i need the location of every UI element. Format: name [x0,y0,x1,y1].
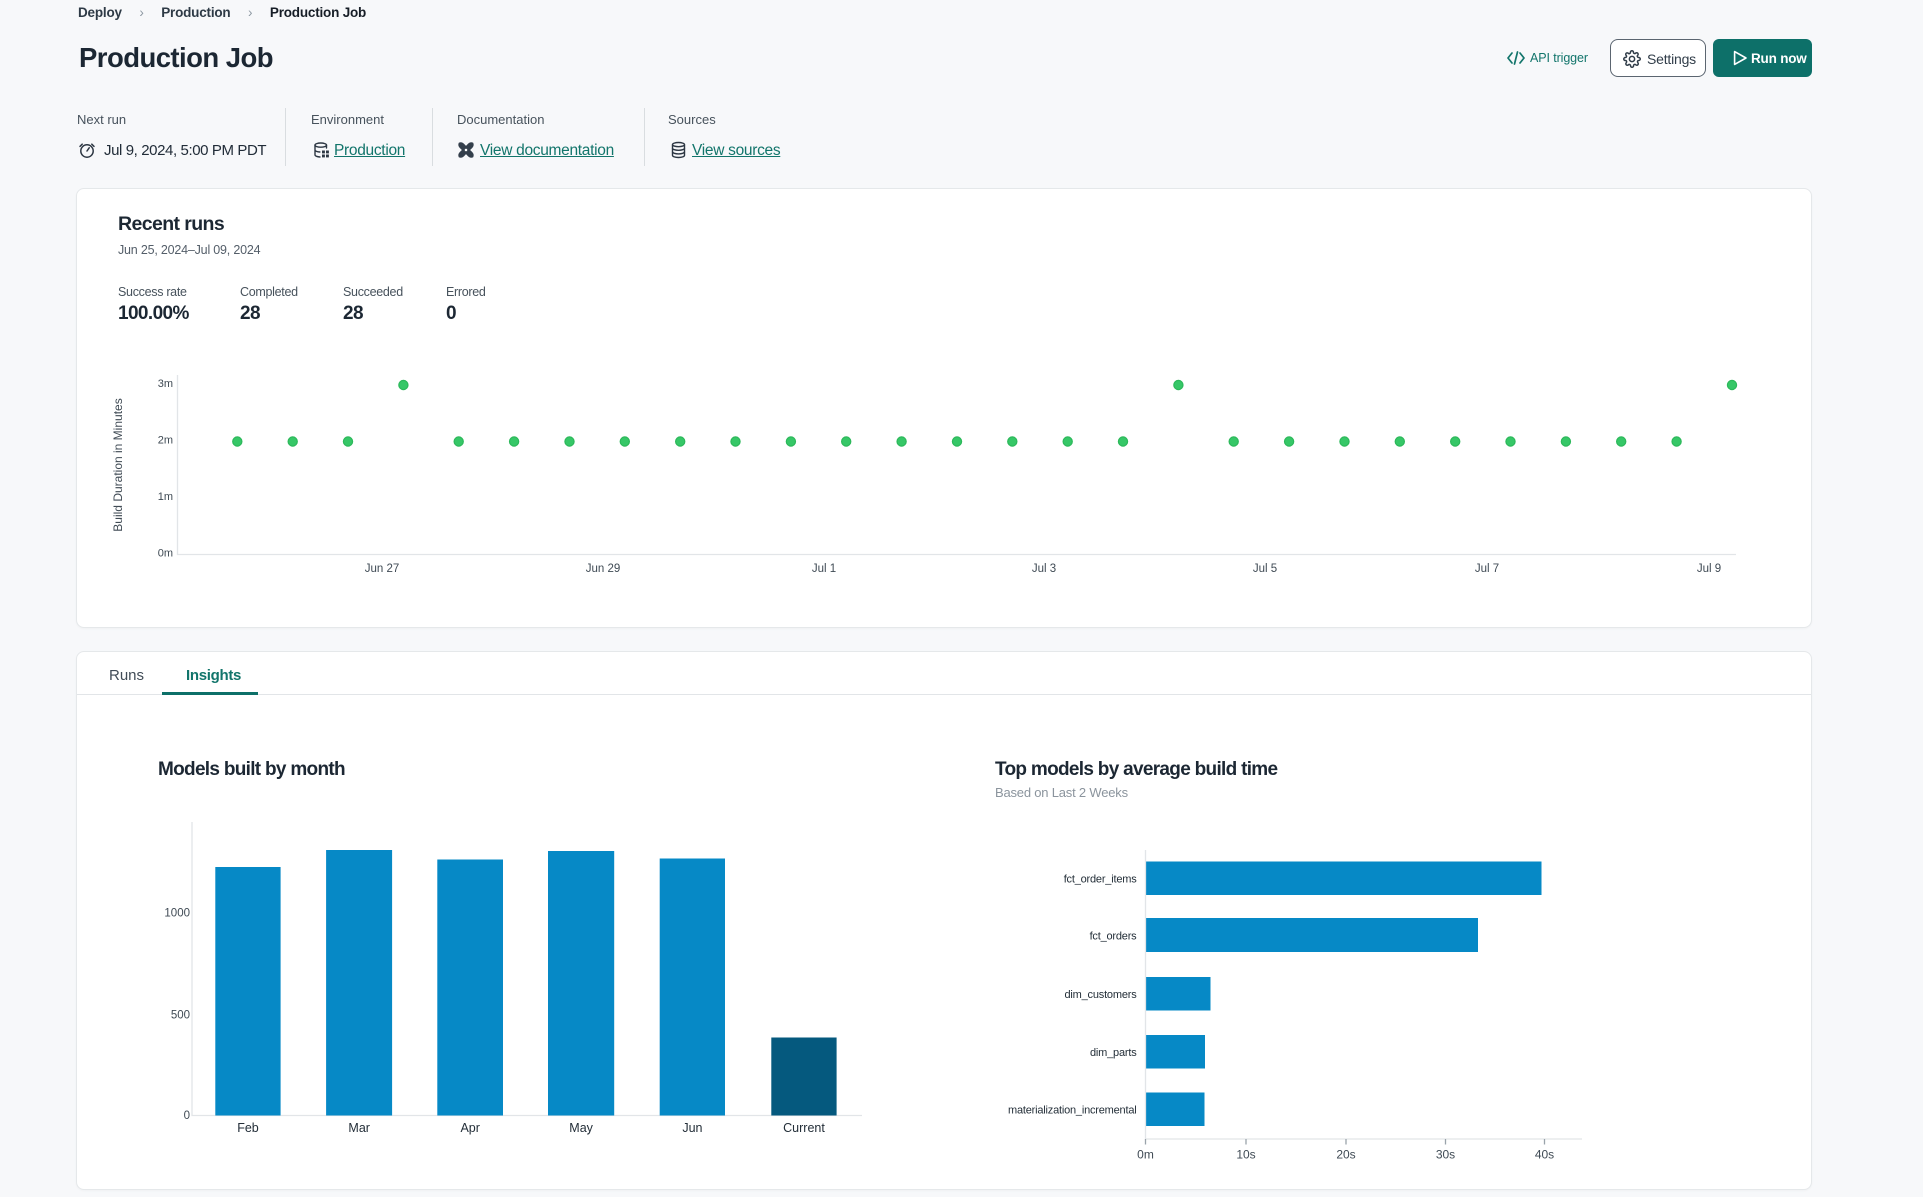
svg-text:1m: 1m [158,491,173,503]
svg-text:Jul 9: Jul 9 [1697,563,1721,575]
svg-text:0: 0 [184,1110,190,1122]
svg-text:30s: 30s [1436,1148,1455,1162]
svg-text:10s: 10s [1236,1148,1255,1162]
svg-text:1000: 1000 [164,908,190,920]
svg-text:Jul 7: Jul 7 [1475,563,1499,575]
svg-text:Build Duration in Minutes: Build Duration in Minutes [111,398,125,531]
svg-text:500: 500 [171,1010,190,1022]
svg-text:2m: 2m [158,435,173,447]
svg-text:3m: 3m [158,378,173,390]
svg-text:Jun 29: Jun 29 [586,563,621,575]
svg-text:fct_orders: fct_orders [1090,931,1138,943]
svg-text:fct_order_items: fct_order_items [1064,874,1138,886]
svg-text:0m: 0m [1137,1148,1154,1162]
svg-text:20s: 20s [1336,1148,1355,1162]
svg-text:dim_parts: dim_parts [1090,1047,1137,1059]
svg-text:materialization_incremental: materialization_incremental [1008,1105,1137,1117]
svg-text:0m: 0m [158,548,173,560]
svg-text:Jul 1: Jul 1 [812,563,836,575]
svg-text:Mar: Mar [348,1121,370,1135]
svg-text:Jun: Jun [682,1121,702,1135]
svg-text:Jul 3: Jul 3 [1032,563,1056,575]
svg-text:dim_customers: dim_customers [1065,989,1138,1001]
svg-text:Current: Current [783,1121,825,1135]
svg-text:Feb: Feb [237,1121,259,1135]
svg-text:40s: 40s [1535,1148,1554,1162]
svg-text:Apr: Apr [460,1121,479,1135]
svg-text:Jul 5: Jul 5 [1253,563,1277,575]
svg-text:May: May [569,1121,593,1135]
svg-text:Jun 27: Jun 27 [365,563,400,575]
